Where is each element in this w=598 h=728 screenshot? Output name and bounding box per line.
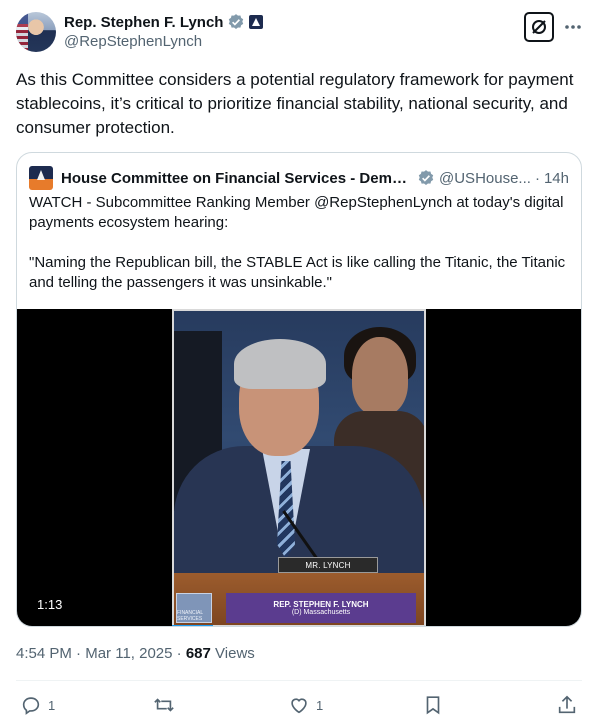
tweet-meta: 4:54 PM · Mar 11, 2025 · 687 Views	[16, 645, 255, 662]
quoted-tweet-time[interactable]: 14h	[544, 170, 569, 187]
quoted-author-handle[interactable]: @USHouse...	[439, 170, 531, 187]
chyron-subtitle: (D) Massachusetts	[291, 609, 351, 616]
bookmark-button[interactable]	[422, 692, 444, 718]
reply-count: 1	[48, 697, 56, 713]
views-label: Views	[215, 645, 255, 662]
nameplate: MR. LYNCH	[278, 557, 378, 573]
video-chyron: REP. STEPHEN F. LYNCH (D) Massachusetts	[226, 593, 416, 623]
committee-logo: FINANCIAL SERVICES	[176, 593, 212, 623]
grok-button[interactable]	[524, 12, 554, 42]
quoted-tweet-header: House Committee on Financial Services - …	[29, 166, 569, 190]
background-person-face	[352, 337, 408, 415]
like-icon	[291, 698, 307, 714]
video-frame: MR. LYNCH FINANCIAL SERVICES REP. STEPHE…	[172, 309, 426, 626]
grok-icon	[532, 20, 546, 34]
share-icon	[558, 695, 576, 714]
author-avatar[interactable]	[16, 12, 56, 52]
video-duration: 1:13	[37, 597, 63, 612]
tweet-date[interactable]: Mar 11, 2025	[85, 645, 172, 662]
quoted-author-name[interactable]: House Committee on Financial Services - …	[61, 170, 413, 187]
like-button[interactable]: 1	[288, 692, 323, 718]
author-handle[interactable]: @RepStephenLynch	[64, 33, 202, 50]
actions-divider	[16, 680, 582, 681]
more-button[interactable]	[560, 14, 586, 40]
speaker-hair	[234, 339, 326, 389]
chyron-name: REP. STEPHEN F. LYNCH	[273, 600, 369, 609]
separator-dot: ·	[534, 169, 540, 187]
author-display-name[interactable]: Rep. Stephen F. Lynch	[64, 14, 223, 31]
bookmark-icon	[426, 696, 440, 715]
verified-badge-icon	[418, 170, 434, 185]
share-button[interactable]	[556, 692, 578, 718]
retweet-button[interactable]	[153, 692, 181, 718]
video-player[interactable]: MR. LYNCH FINANCIAL SERVICES REP. STEPHE…	[17, 309, 581, 626]
quoted-author-avatar[interactable]	[29, 166, 53, 190]
committee-logo-text: FINANCIAL SERVICES	[177, 610, 203, 622]
retweet-icon	[154, 698, 174, 712]
quoted-text-line1: WATCH - Subcommittee Ranking Member @Rep…	[29, 194, 564, 231]
like-count: 1	[316, 697, 324, 713]
quoted-tweet[interactable]: House Committee on Financial Services - …	[16, 152, 582, 627]
tweet-text: As this Committee considers a potential …	[16, 70, 574, 137]
video-progress-bar[interactable]	[172, 625, 213, 626]
government-badge-icon	[249, 15, 264, 29]
verified-badge-icon	[229, 14, 244, 29]
flag-decoration	[16, 12, 28, 52]
quoted-text-line2: "Naming the Republican bill, the STABLE …	[29, 254, 566, 291]
views-count: 687	[185, 645, 211, 662]
reply-icon	[22, 697, 40, 715]
reply-button[interactable]: 1	[20, 692, 55, 718]
author-name-row: Rep. Stephen F. Lynch	[64, 12, 264, 32]
action-bar: 1 1	[12, 692, 582, 718]
more-icon	[565, 25, 581, 29]
quoted-tweet-text: WATCH - Subcommittee Ranking Member @Rep…	[29, 193, 569, 313]
tweet-time[interactable]: 4:54 PM	[16, 645, 72, 662]
